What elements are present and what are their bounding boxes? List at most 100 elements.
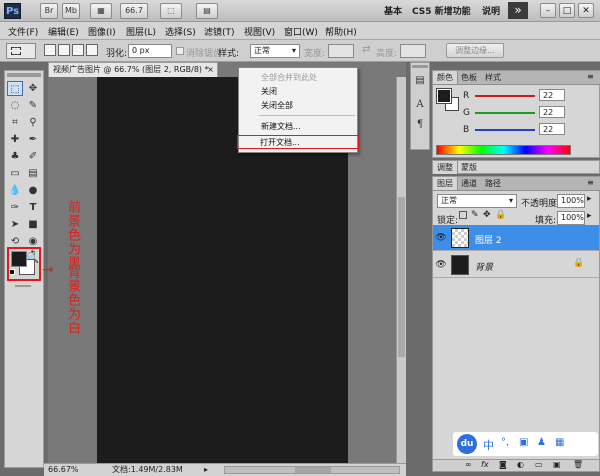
chevron-down-icon[interactable]: ▸ <box>587 194 592 204</box>
lock-all-icon[interactable]: 🔒 <box>495 210 506 220</box>
refine-edge-button[interactable]: 调整边缘... <box>446 43 504 58</box>
menu-item-close[interactable]: 关闭 <box>239 85 357 99</box>
b-value-input[interactable]: 22 <box>539 123 565 135</box>
g-value-input[interactable]: 22 <box>539 106 565 118</box>
workspace-help[interactable]: 说明 <box>482 4 500 17</box>
add-mask-icon[interactable]: ◙ <box>499 460 507 469</box>
paragraph-panel-icon[interactable]: ¶ <box>412 117 428 132</box>
tab-swatches[interactable]: 色板 <box>457 71 481 84</box>
dock-grip[interactable] <box>412 65 428 68</box>
crop-tool-icon[interactable]: ⌗ <box>7 115 23 130</box>
visibility-eye-icon[interactable]: 👁 <box>434 258 448 272</box>
menu-filter[interactable]: 滤镜(T) <box>204 25 235 38</box>
layer-name[interactable]: 图层 2 <box>475 233 502 246</box>
lock-transparency-icon[interactable] <box>459 211 467 219</box>
menu-item-consolidate-here[interactable]: 全部合并到此处 <box>239 71 357 85</box>
path-select-tool-icon[interactable]: ➤ <box>7 217 23 232</box>
gradient-tool-icon[interactable]: ▤ <box>25 166 41 181</box>
tab-styles[interactable]: 样式 <box>481 71 505 84</box>
document-tab[interactable]: 视频广告图片 @ 66.7% (图层 2, RGB/8) * × <box>48 62 218 77</box>
b-slider[interactable] <box>475 129 535 131</box>
minimize-icon[interactable]: – <box>540 3 556 18</box>
vertical-scroll-thumb[interactable] <box>398 197 405 357</box>
tab-masks[interactable]: 蒙版 <box>457 161 481 174</box>
shape-tool-icon[interactable]: ■ <box>25 217 41 232</box>
height-input[interactable] <box>400 44 426 58</box>
history-panel-icon[interactable]: ▤ <box>412 73 428 88</box>
pen-tool-icon[interactable]: ✑ <box>7 200 23 215</box>
panel-menu-icon[interactable]: ≡ <box>587 72 594 81</box>
tab-adjustments[interactable]: 调整 <box>433 161 458 174</box>
arrange-documents-button[interactable]: ⬚ <box>160 3 182 19</box>
view-extras-button[interactable]: ▦ <box>90 3 112 19</box>
swap-colors-icon[interactable]: ↰ <box>30 249 36 257</box>
g-slider[interactable] <box>475 112 535 114</box>
visibility-eye-icon[interactable]: 👁 <box>434 231 448 245</box>
clone-stamp-tool-icon[interactable]: ♣ <box>7 149 23 164</box>
chevron-down-icon[interactable]: ▸ <box>587 211 592 221</box>
layer-row-background[interactable]: 👁 背景 🔒 <box>433 252 599 278</box>
tab-paths[interactable]: 路径 <box>481 177 505 190</box>
move-tool-icon[interactable]: ✥ <box>25 81 41 96</box>
new-group-icon[interactable]: ▭ <box>535 460 543 469</box>
horizontal-scrollbar[interactable] <box>224 466 400 474</box>
tab-layers[interactable]: 图层 <box>433 177 458 190</box>
default-colors-icon[interactable] <box>9 269 15 275</box>
vertical-scrollbar[interactable] <box>396 77 406 463</box>
r-value-input[interactable]: 22 <box>539 89 565 101</box>
horizontal-scroll-thumb[interactable] <box>295 467 331 473</box>
fill-input[interactable]: 100% <box>557 211 585 225</box>
menu-image[interactable]: 图像(I) <box>88 25 116 38</box>
workspace-essentials[interactable]: 基本 <box>384 4 402 17</box>
close-tab-icon[interactable]: × <box>207 63 214 77</box>
layer-style-icon[interactable]: fx <box>481 460 489 469</box>
color-panel-foreground-swatch[interactable] <box>436 88 452 104</box>
menu-select[interactable]: 选择(S) <box>165 25 196 38</box>
new-selection-icon[interactable] <box>44 44 56 56</box>
layer-row-selected[interactable]: 👁 图层 2 <box>433 225 599 251</box>
tools-panel-grip[interactable] <box>7 73 41 77</box>
menu-layer[interactable]: 图层(L) <box>126 25 156 38</box>
new-layer-icon[interactable]: ▣ <box>553 460 561 469</box>
menu-item-new-document[interactable]: 新建文档... <box>239 120 357 134</box>
menu-view[interactable]: 视图(V) <box>244 25 275 38</box>
maximize-icon[interactable]: □ <box>559 3 575 18</box>
eyedropper-tool-icon[interactable]: ⚲ <box>25 115 41 130</box>
adjustment-layer-icon[interactable]: ◐ <box>517 460 524 469</box>
panel-menu-icon[interactable]: ≡ <box>587 178 594 187</box>
menu-help[interactable]: 帮助(H) <box>325 25 357 38</box>
brush-tool-icon[interactable]: ✒ <box>25 132 41 147</box>
tab-channels[interactable]: 通道 <box>457 177 481 190</box>
workspace-cs5-new[interactable]: CS5 新增功能 <box>412 4 471 17</box>
status-menu-icon[interactable]: ▸ <box>204 464 208 476</box>
feather-input[interactable]: 0 px <box>128 44 172 58</box>
width-input[interactable] <box>328 44 354 58</box>
tab-color[interactable]: 颜色 <box>433 71 458 84</box>
dodge-tool-icon[interactable]: ● <box>25 183 41 198</box>
workspace-more-button[interactable]: » <box>508 2 528 19</box>
color-spectrum-bar[interactable] <box>436 145 571 155</box>
character-panel-icon[interactable]: A <box>412 97 428 112</box>
menu-file[interactable]: 文件(F) <box>8 25 38 38</box>
marquee-tool-icon[interactable]: ⬚ <box>7 81 23 96</box>
delete-layer-icon[interactable]: 🗑 <box>573 460 583 469</box>
r-slider[interactable] <box>475 95 535 97</box>
healing-brush-tool-icon[interactable]: ✚ <box>7 132 23 147</box>
lock-pixels-icon[interactable]: ✎ <box>471 210 479 220</box>
menu-window[interactable]: 窗口(W) <box>284 25 318 38</box>
swap-icon[interactable]: ⇄ <box>362 44 370 55</box>
opacity-input[interactable]: 100% <box>557 194 585 208</box>
link-layers-icon[interactable]: ∞ <box>465 460 472 469</box>
mini-bridge-button[interactable]: Mb <box>62 3 80 19</box>
lock-position-icon[interactable]: ✥ <box>483 210 491 220</box>
foreground-color-swatch[interactable] <box>11 251 27 267</box>
screen-mode-button[interactable]: ▤ <box>196 3 218 19</box>
blur-tool-icon[interactable]: 💧 <box>7 183 23 198</box>
zoom-level-button[interactable]: 66.7 <box>120 3 148 19</box>
blend-mode-select[interactable]: 正常 ▾ <box>437 194 517 208</box>
history-brush-tool-icon[interactable]: ✐ <box>25 149 41 164</box>
quick-mask-icon[interactable] <box>15 285 31 287</box>
style-select[interactable]: 正常 ▾ <box>250 44 300 58</box>
zoom-level[interactable]: 66.67% <box>48 464 79 476</box>
lasso-tool-icon[interactable]: ◌ <box>7 98 23 113</box>
